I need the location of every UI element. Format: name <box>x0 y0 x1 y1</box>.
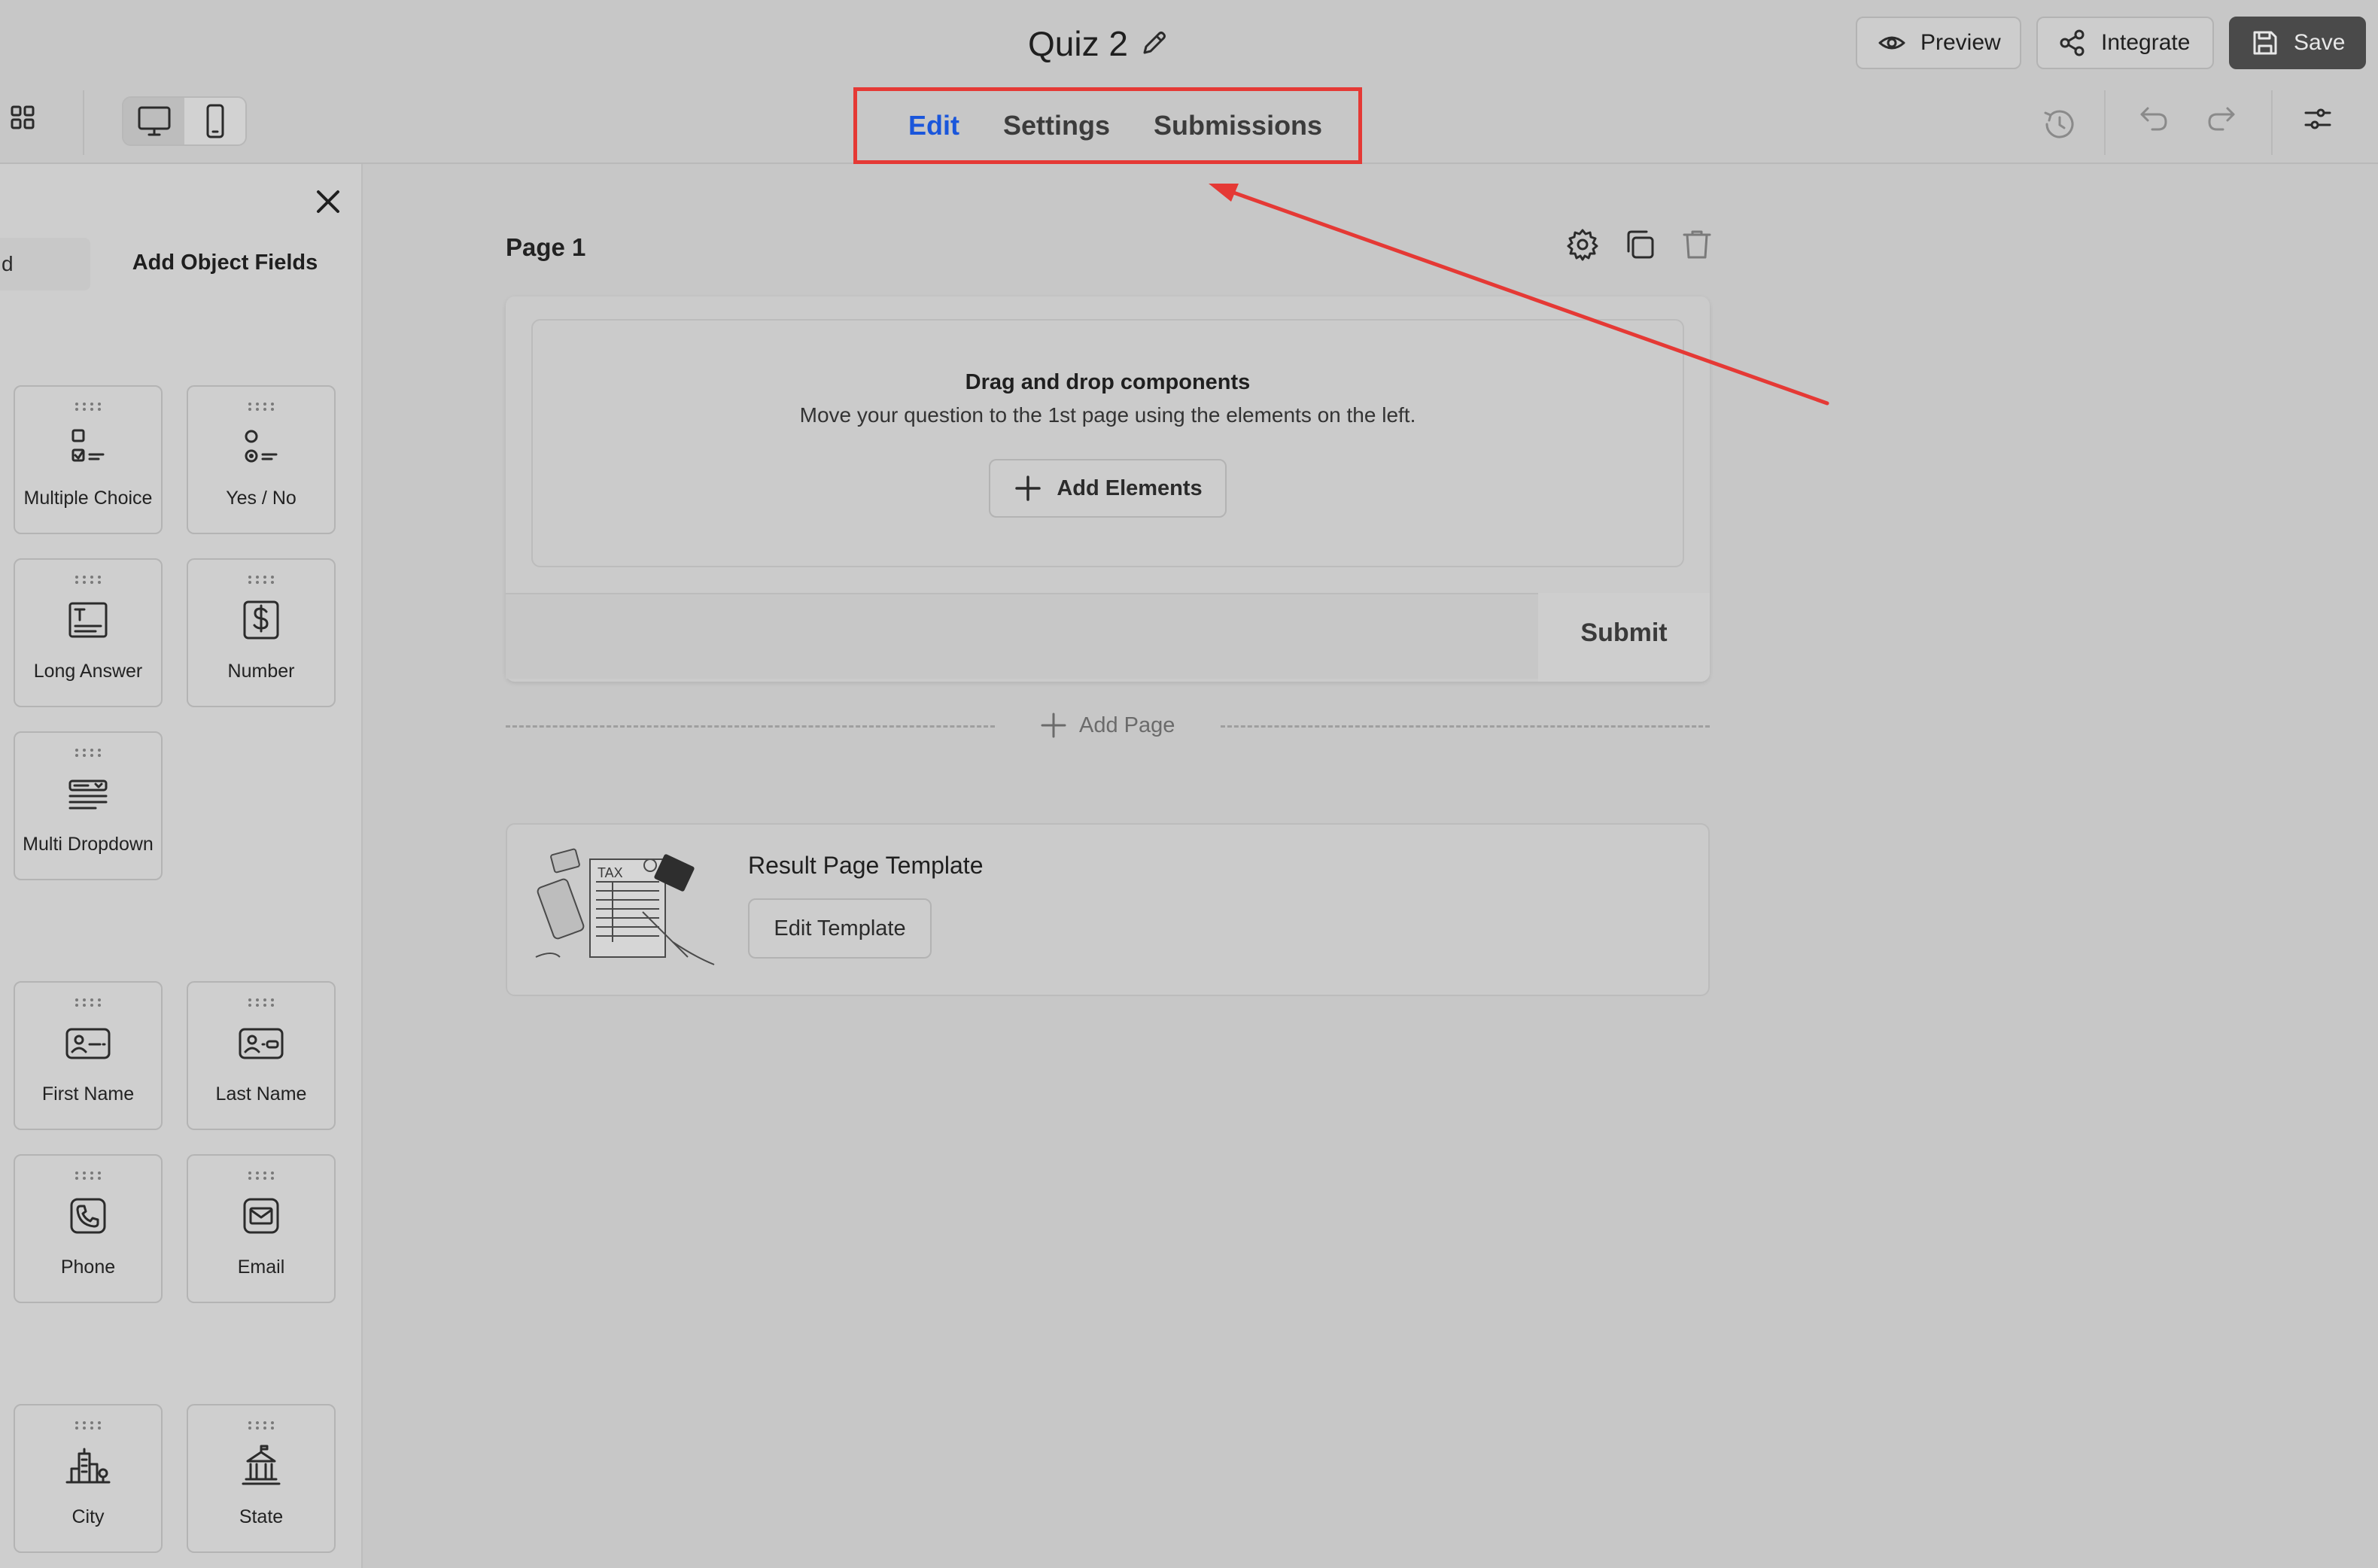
desktop-view-button[interactable] <box>123 98 184 144</box>
duplicate-icon[interactable] <box>1622 227 1657 262</box>
eye-icon <box>1877 28 1907 58</box>
toolbar-separator <box>2104 90 2106 155</box>
multi-dropdown-icon <box>65 770 111 816</box>
drop-zone-title: Drag and drop components <box>965 370 1251 394</box>
add-elements-button[interactable]: Add Elements <box>989 459 1227 518</box>
result-page-title: Result Page Template <box>748 852 984 879</box>
floppy-disk-icon <box>2250 28 2280 58</box>
field-tile-label: Email <box>237 1257 285 1278</box>
drag-handle-icon <box>75 575 102 584</box>
plus-icon <box>1013 473 1043 503</box>
drag-handle-icon <box>248 1421 275 1430</box>
integrate-button[interactable]: Integrate <box>2036 17 2214 69</box>
form-title-group: Quiz 2 <box>1028 21 1169 66</box>
field-tile-first-name[interactable]: First Name <box>14 981 163 1130</box>
field-tile-label: City <box>71 1506 105 1527</box>
redo-icon[interactable] <box>2203 101 2240 137</box>
plus-icon <box>1038 710 1069 740</box>
save-label: Save <box>2294 30 2346 55</box>
desktop-icon <box>135 105 173 138</box>
long-answer-icon <box>65 597 111 643</box>
share-icon <box>2057 28 2088 58</box>
field-tile-phone[interactable]: Phone <box>14 1154 163 1303</box>
phone-icon <box>65 1193 111 1238</box>
drag-handle-icon <box>75 1421 102 1430</box>
gear-icon[interactable] <box>1565 227 1600 262</box>
field-tile-long-answer[interactable]: Long Answer <box>14 558 163 707</box>
email-icon <box>239 1193 284 1238</box>
add-elements-label: Add Elements <box>1057 476 1203 500</box>
page-title: Page 1 <box>506 233 586 261</box>
page-tools <box>1565 227 1714 262</box>
preview-button[interactable]: Preview <box>1856 17 2021 69</box>
close-icon[interactable] <box>312 185 345 218</box>
field-tile-label: State <box>239 1506 284 1527</box>
drag-handle-icon <box>248 998 275 1007</box>
apps-grid-icon[interactable] <box>8 102 38 132</box>
divider-dashed <box>506 725 995 728</box>
drag-handle-icon <box>75 1171 102 1180</box>
form-title[interactable]: Quiz 2 <box>1028 23 1128 64</box>
field-tile-label: Long Answer <box>33 661 143 682</box>
field-tile-label: Multi Dropdown <box>23 834 154 855</box>
save-button[interactable]: Save <box>2229 17 2366 69</box>
drag-handle-icon <box>248 402 275 411</box>
field-tile-yes-no[interactable]: Yes / No <box>187 385 336 534</box>
field-tile-multi-dropdown[interactable]: Multi Dropdown <box>14 731 163 880</box>
field-tile-city[interactable]: City <box>14 1404 163 1553</box>
field-tile-label: Yes / No <box>226 488 296 509</box>
device-toggle <box>122 96 247 146</box>
field-tile-label: Number <box>227 661 295 682</box>
toolbar-separator <box>2271 90 2273 155</box>
id-card-icon <box>64 1020 112 1065</box>
illustration-tax-text: TAX <box>598 865 623 880</box>
submit-label: Submit <box>1580 618 1668 647</box>
field-tile-state[interactable]: State <box>187 1404 336 1553</box>
dollar-icon <box>239 597 284 643</box>
drag-handle-icon <box>248 1171 275 1180</box>
add-page-label: Add Page <box>1079 713 1175 737</box>
top-bar <box>0 0 2378 89</box>
mobile-view-button[interactable] <box>184 98 245 144</box>
tab-bar-highlight: Edit Settings Submissions <box>853 87 1362 164</box>
state-building-icon <box>239 1443 284 1488</box>
field-tile-label: Last Name <box>215 1083 307 1105</box>
drag-handle-icon <box>75 748 102 757</box>
multiple-choice-icon <box>65 424 111 469</box>
edit-pencil-icon[interactable] <box>1139 29 1169 59</box>
history-icon[interactable] <box>2041 105 2078 143</box>
divider-dashed <box>1221 725 1710 728</box>
add-page-button[interactable]: Add Page <box>1038 710 1175 740</box>
field-tile-number[interactable]: Number <box>187 558 336 707</box>
field-tile-label: First Name <box>41 1083 135 1105</box>
edit-template-button[interactable]: Edit Template <box>748 898 932 959</box>
integrate-label: Integrate <box>2101 30 2191 55</box>
drop-zone-description: Move your question to the 1st page using… <box>799 403 1416 427</box>
field-tile-multiple-choice[interactable]: Multiple Choice <box>14 385 163 534</box>
yes-no-icon <box>239 424 284 469</box>
tab-settings[interactable]: Settings <box>1003 110 1110 141</box>
city-icon <box>64 1443 112 1488</box>
field-tile-label: Multiple Choice <box>23 488 153 509</box>
tab-submissions[interactable]: Submissions <box>1154 110 1322 141</box>
field-tile-last-name[interactable]: Last Name <box>187 981 336 1130</box>
id-card-icon <box>237 1020 285 1065</box>
drop-zone[interactable] <box>531 319 1684 567</box>
field-tile-label: Phone <box>60 1257 116 1278</box>
drag-handle-icon <box>75 402 102 411</box>
sidebar-tab-object-fields[interactable]: Add Object Fields <box>93 244 357 281</box>
sliders-icon[interactable] <box>2301 102 2334 135</box>
mobile-icon <box>200 103 230 139</box>
field-tile-email[interactable]: Email <box>187 1154 336 1303</box>
trash-icon[interactable] <box>1680 227 1714 262</box>
toolbar-separator <box>83 90 84 155</box>
tab-edit[interactable]: Edit <box>908 110 959 141</box>
drag-handle-icon <box>75 998 102 1007</box>
preview-label: Preview <box>1920 30 2001 55</box>
tax-illustration: TAX <box>530 844 718 972</box>
submit-bar <box>506 593 1538 679</box>
undo-icon[interactable] <box>2136 101 2172 137</box>
sidebar-tab-basic[interactable]: d <box>0 238 90 290</box>
drag-handle-icon <box>248 575 275 584</box>
